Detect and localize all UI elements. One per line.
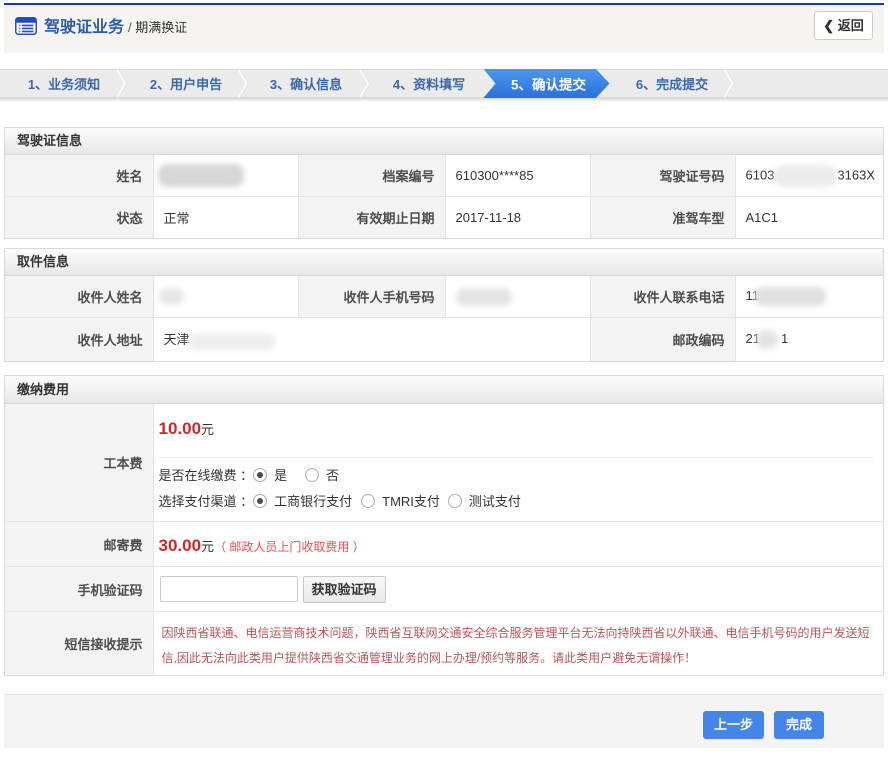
svg-text:3、确认信息: 3、确认信息	[270, 77, 342, 92]
svg-text:4、资料填写: 4、资料填写	[393, 77, 465, 92]
svg-text:6、完成提交: 6、完成提交	[636, 77, 708, 92]
svg-text:5、确认提交: 5、确认提交	[511, 77, 587, 93]
svg-text:2、用户申告: 2、用户申告	[150, 77, 222, 92]
svg-text:1、业务须知: 1、业务须知	[28, 77, 100, 92]
